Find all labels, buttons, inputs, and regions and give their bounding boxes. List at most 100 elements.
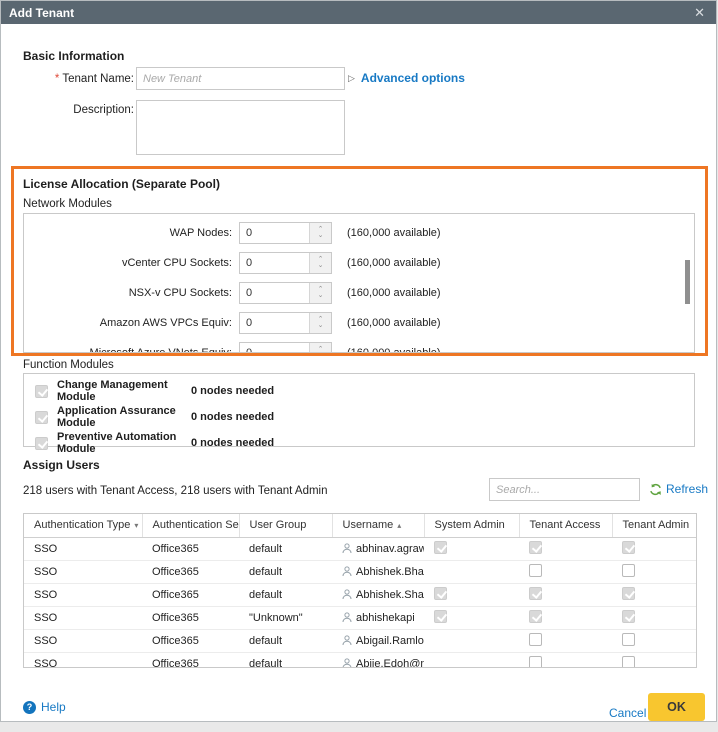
wap-nodes-input[interactable]: [240, 223, 309, 243]
description-label: Description:: [23, 104, 134, 116]
refresh-icon: [649, 483, 662, 496]
tenant-access-checkbox[interactable]: [529, 564, 542, 577]
aws-vpcs-input[interactable]: [240, 313, 309, 333]
table-row: SSO Office365 default abhinav.agrawal...: [24, 537, 696, 560]
application-assurance-checkbox: [35, 411, 48, 424]
table-row: SSO Office365 default Abhishek.Sharm...: [24, 583, 696, 606]
username: Abhishek.Sharm...: [356, 589, 424, 601]
license-row: Microsoft Azure VNets Equiv: ⌃⌄ (160,000…: [24, 338, 694, 353]
spinner-down-icon[interactable]: ⌄: [318, 323, 324, 329]
azure-vnets-input[interactable]: [240, 343, 309, 353]
search-input[interactable]: [489, 478, 640, 501]
spinner-buttons[interactable]: ⌃⌄: [309, 283, 331, 303]
spinner-buttons[interactable]: ⌃⌄: [309, 223, 331, 243]
wap-nodes-label: WAP Nodes:: [24, 227, 232, 239]
dialog-title: Add Tenant: [9, 6, 74, 20]
help-link[interactable]: ? Help: [23, 700, 66, 714]
license-allocation-heading: License Allocation (Separate Pool): [23, 177, 220, 191]
user-icon: [342, 612, 352, 623]
preventive-automation-checkbox: [35, 437, 48, 450]
column-tenant-access[interactable]: Tenant Access: [519, 514, 612, 537]
system-admin-checkbox[interactable]: [434, 541, 447, 554]
ok-button[interactable]: OK: [648, 693, 705, 721]
system-admin-checkbox[interactable]: [434, 587, 447, 600]
column-user-group[interactable]: User Group: [239, 514, 332, 537]
spinner-buttons[interactable]: ⌃⌄: [309, 313, 331, 333]
tenant-access-checkbox[interactable]: [529, 633, 542, 646]
column-auth-type[interactable]: Authentication Type▾: [24, 514, 142, 537]
vcenter-sockets-label: vCenter CPU Sockets:: [24, 257, 232, 269]
column-username[interactable]: Username▴: [332, 514, 424, 537]
dialog-titlebar: Add Tenant ✕: [1, 1, 716, 24]
function-modules-label: Function Modules: [23, 359, 114, 371]
spinner-buttons[interactable]: ⌃⌄: [309, 343, 331, 353]
system-admin-checkbox[interactable]: [434, 610, 447, 623]
tenant-admin-checkbox[interactable]: [622, 610, 635, 623]
function-module-name: Change Management Module: [57, 379, 191, 403]
tenant-admin-checkbox[interactable]: [622, 633, 635, 646]
license-row: vCenter CPU Sockets: ⌃⌄ (160,000 availab…: [24, 248, 694, 278]
function-modules-panel: Change Management Module 0 nodes needed …: [23, 373, 695, 447]
users-table: Authentication Type▾ Authentication Ser.…: [23, 513, 697, 668]
azure-vnets-label: Microsoft Azure VNets Equiv:: [24, 347, 232, 353]
tenant-admin-checkbox[interactable]: [622, 564, 635, 577]
user-icon: [342, 543, 352, 554]
available-count: (160,000 available): [347, 227, 441, 239]
user-icon: [342, 566, 352, 577]
license-row: Amazon AWS VPCs Equiv: ⌃⌄ (160,000 avail…: [24, 308, 694, 338]
network-modules-label: Network Modules: [23, 198, 112, 210]
advanced-options-link[interactable]: ▷ Advanced options: [348, 71, 465, 85]
nsx-sockets-stepper: ⌃⌄: [239, 282, 332, 304]
username: Abjie.Edoh@net...: [356, 658, 424, 669]
available-count: (160,000 available): [347, 347, 441, 353]
user-icon: [342, 635, 352, 646]
table-row: SSO Office365 default Abjie.Edoh@net...: [24, 652, 696, 668]
spinner-down-icon[interactable]: ⌄: [318, 263, 324, 269]
table-row: SSO Office365 default Abhishek.Bhand...: [24, 560, 696, 583]
spinner-down-icon[interactable]: ⌄: [318, 293, 324, 299]
function-module-row: Change Management Module 0 nodes needed: [24, 380, 694, 402]
function-module-name: Preventive Automation Module: [57, 431, 191, 455]
license-row: NSX-v CPU Sockets: ⌃⌄ (160,000 available…: [24, 278, 694, 308]
tenant-name-input[interactable]: [136, 67, 345, 90]
refresh-link[interactable]: Refresh: [649, 482, 708, 496]
basic-information-heading: Basic Information: [23, 49, 124, 63]
triangle-right-icon: ▷: [348, 73, 355, 84]
license-row: WAP Nodes: ⌃⌄ (160,000 available): [24, 218, 694, 248]
cancel-button[interactable]: Cancel: [609, 706, 646, 720]
spinner-down-icon[interactable]: ⌄: [318, 233, 324, 239]
username: Abigail.Ramloga...: [356, 635, 424, 647]
user-icon: [342, 658, 352, 668]
column-system-admin[interactable]: System Admin: [424, 514, 519, 537]
change-management-checkbox: [35, 385, 48, 398]
scrollbar-thumb[interactable]: [685, 260, 690, 304]
aws-vpcs-label: Amazon AWS VPCs Equiv:: [24, 317, 232, 329]
close-icon[interactable]: ✕: [694, 6, 705, 19]
aws-vpcs-stepper: ⌃⌄: [239, 312, 332, 334]
help-icon: ?: [23, 701, 36, 714]
spinner-up-icon[interactable]: ⌃: [318, 347, 324, 353]
vcenter-sockets-stepper: ⌃⌄: [239, 252, 332, 274]
nodes-needed: 0 nodes needed: [191, 411, 274, 423]
tenant-access-checkbox[interactable]: [529, 541, 542, 554]
column-tenant-admin[interactable]: Tenant Admin: [612, 514, 696, 537]
tenant-admin-checkbox[interactable]: [622, 587, 635, 600]
advanced-options-label: Advanced options: [361, 71, 465, 85]
function-module-row: Application Assurance Module 0 nodes nee…: [24, 406, 694, 428]
username: Abhishek.Bhand...: [356, 566, 424, 578]
table-row: SSO Office365 "Unknown" abhishekapi: [24, 606, 696, 629]
tenant-access-checkbox[interactable]: [529, 610, 542, 623]
tenant-access-checkbox[interactable]: [529, 587, 542, 600]
add-tenant-dialog: Add Tenant ✕ Basic Information *Tenant N…: [0, 0, 717, 722]
tenant-admin-checkbox[interactable]: [622, 541, 635, 554]
nodes-needed: 0 nodes needed: [191, 385, 274, 397]
vcenter-sockets-input[interactable]: [240, 253, 309, 273]
username: abhishekapi: [356, 612, 415, 624]
table-row: SSO Office365 default Abigail.Ramloga...: [24, 629, 696, 652]
column-auth-server[interactable]: Authentication Ser...: [142, 514, 239, 537]
spinner-buttons[interactable]: ⌃⌄: [309, 253, 331, 273]
tenant-access-checkbox[interactable]: [529, 656, 542, 669]
nsx-sockets-input[interactable]: [240, 283, 309, 303]
description-textarea[interactable]: [136, 100, 345, 155]
tenant-admin-checkbox[interactable]: [622, 656, 635, 669]
